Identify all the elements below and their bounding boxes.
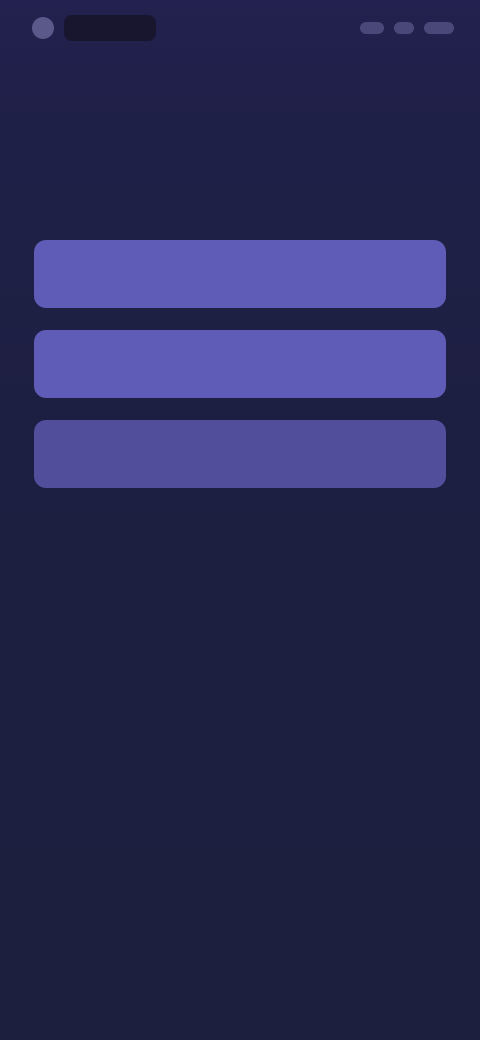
- carrier-label: [64, 15, 156, 41]
- option-button-2[interactable]: [34, 330, 446, 398]
- app-screen: [0, 0, 480, 1040]
- option-button-3[interactable]: [34, 420, 446, 488]
- status-bar: [0, 0, 480, 56]
- carrier-mark-icon: [32, 17, 54, 39]
- battery-icon: [424, 22, 454, 34]
- signal-icon: [360, 22, 384, 34]
- options-list: [34, 240, 446, 488]
- page-header: [34, 82, 446, 94]
- status-left: [32, 15, 156, 41]
- option-button-1[interactable]: [34, 240, 446, 308]
- wifi-icon: [394, 22, 414, 34]
- status-right: [360, 22, 454, 34]
